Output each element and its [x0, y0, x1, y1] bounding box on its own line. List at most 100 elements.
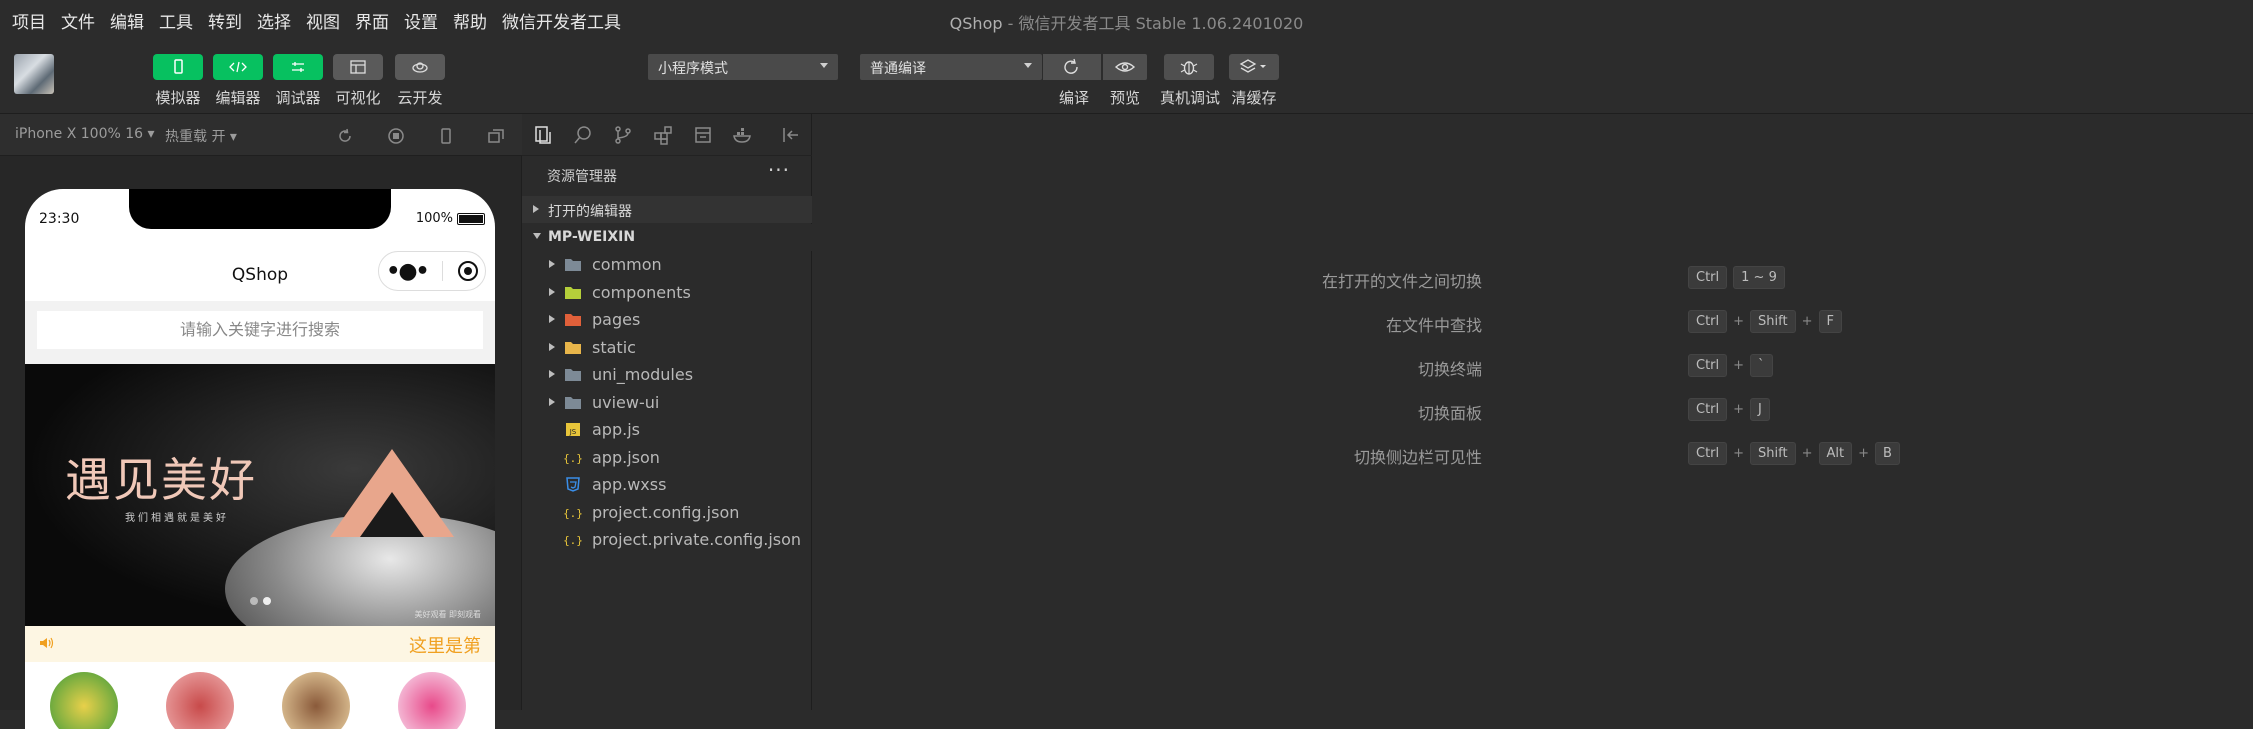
hot-reload-toggle[interactable]: 热重载 开 ▾ — [165, 126, 237, 146]
capsule-divider — [442, 261, 444, 281]
json-file-icon: {.} — [564, 534, 582, 547]
window-title: QShop - 微信开发者工具 Stable 1.06.2401020 — [0, 10, 2253, 34]
search-input[interactable]: 请输入关键字进行搜索 — [37, 311, 483, 349]
category-item[interactable] — [398, 672, 466, 729]
tree-item-name: project.config.json — [592, 502, 740, 522]
window-title-separator: - — [1007, 14, 1014, 33]
category-item[interactable] — [282, 672, 350, 729]
files-icon[interactable] — [532, 124, 554, 146]
remote-debug-button[interactable] — [1164, 54, 1214, 80]
tree-item-app-json[interactable]: {.} app.json — [522, 444, 812, 471]
tree-item-name: project.private.config.json — [592, 530, 802, 549]
phone-screen: 23:30 100% QShop •●• 请输入关键字进行搜索 遇见美好 我们相… — [25, 189, 495, 729]
clear-cache-label: 清缓存 — [1231, 89, 1277, 107]
compile-button[interactable] — [1043, 54, 1101, 80]
remote-debug-label: 真机调试 — [1160, 89, 1221, 107]
cloud-icon — [412, 62, 428, 73]
key-cap: Alt — [1818, 442, 1853, 465]
device-icon[interactable] — [436, 126, 456, 146]
components-folder-icon — [565, 286, 581, 299]
tree-item-components[interactable]: components — [522, 279, 812, 306]
detach-window-icon[interactable] — [486, 126, 506, 146]
collapse-panel-icon[interactable] — [780, 124, 802, 146]
key-cap: Ctrl — [1688, 442, 1728, 465]
open-editors-section[interactable]: 打开的编辑器 — [522, 196, 812, 223]
explorer-title: 资源管理器 — [547, 169, 617, 185]
tree-item-app-wxss[interactable]: app.wxss — [522, 471, 812, 498]
editor-button[interactable] — [213, 54, 263, 80]
tree-item-name: pages — [592, 310, 641, 329]
banner-subtitle: 我们相遇就是美好 — [125, 513, 229, 524]
banner-carousel[interactable]: 遇见美好 我们相遇就是美好 美好观看 即刻观看 — [25, 364, 495, 626]
tree-item-common[interactable]: common — [522, 251, 812, 278]
static-folder-icon — [565, 341, 581, 354]
compile-select[interactable]: 普通编译 — [860, 54, 1042, 80]
storage-icon[interactable] — [692, 124, 714, 146]
activity-bar — [522, 114, 812, 156]
project-label: MP-WEIXIN — [548, 229, 636, 245]
rotate-icon[interactable] — [335, 126, 355, 146]
tree-item-pages[interactable]: pages — [522, 306, 812, 333]
device-select[interactable]: iPhone X 100% 16 ▾ — [15, 126, 155, 142]
key-plus: + — [1858, 446, 1870, 461]
shortcut-row: 在文件中查找 Ctrl + Shift + F — [812, 308, 2253, 335]
capsule-menu[interactable]: •●• — [378, 251, 486, 291]
mode-select[interactable]: 小程序模式 — [648, 54, 838, 80]
shortcut-row: 切换终端 Ctrl + ` — [812, 352, 2253, 379]
banner-triangle-inner — [360, 492, 424, 537]
json-file-icon: {.} — [564, 507, 582, 520]
close-circle-icon[interactable] — [457, 261, 478, 281]
chevron-right-icon — [549, 370, 555, 378]
carousel-dot[interactable] — [250, 597, 258, 605]
status-battery: 100% — [416, 211, 485, 226]
chevron-down-icon — [820, 63, 828, 68]
notice-bar[interactable]: 这里是第 — [25, 626, 495, 662]
cloud-button[interactable] — [395, 54, 445, 80]
chevron-right-icon — [549, 342, 555, 351]
project-section[interactable]: MP-WEIXIN — [522, 224, 812, 251]
preview-button[interactable] — [1103, 54, 1147, 80]
explorer-panel: 资源管理器 ··· 打开的编辑器 MP-WEIXIN common compone… — [522, 114, 812, 710]
shortcut-description: 切换面板 — [1417, 404, 1482, 423]
tree-item-project-private-config-json[interactable]: {.} project.private.config.json — [522, 526, 812, 553]
clear-cache-button[interactable] — [1229, 54, 1279, 80]
more-actions-icon[interactable]: ··· — [768, 158, 790, 182]
notice-text: 这里是第 — [409, 636, 481, 657]
pages-folder-icon — [565, 314, 581, 326]
key-cap: Ctrl — [1688, 266, 1728, 289]
chevron-right-icon — [549, 260, 555, 268]
debugger-button[interactable] — [273, 54, 323, 80]
simulator-button[interactable] — [153, 54, 203, 80]
more-dots-icon[interactable]: •●• — [386, 259, 429, 284]
category-grid — [25, 662, 495, 729]
editor-area: 在打开的文件之间切换 Ctrl 1 ~ 9 在文件中查找 Ctrl + Shift + F 切换终… — [812, 114, 2253, 710]
extensions-icon[interactable] — [652, 124, 674, 146]
tree-item-uni-modules[interactable]: uni_modules — [522, 361, 812, 388]
tree-item-uview-ui[interactable]: uview-ui — [522, 389, 812, 416]
search-icon[interactable] — [572, 124, 594, 146]
layout-icon — [350, 60, 366, 74]
docker-icon[interactable] — [732, 124, 754, 146]
shortcut-keys: Ctrl 1 ~ 9 — [1688, 266, 1785, 289]
svg-text:{.}: {.} — [564, 507, 582, 520]
search-area: 请输入关键字进行搜索 — [25, 301, 495, 365]
toolbar: 模拟器 编辑器 调试器 可视化 云开发 小程序模式 普通编译 编译 预览 真机调… — [0, 40, 2253, 114]
visual-button[interactable] — [333, 54, 383, 80]
key-cap: B — [1875, 442, 1900, 465]
stop-icon[interactable] — [386, 126, 406, 146]
tree-item-app-js[interactable]: JS app.js — [522, 416, 812, 443]
category-item[interactable] — [166, 672, 234, 729]
avatar[interactable] — [14, 54, 54, 94]
source-control-icon[interactable] — [612, 124, 634, 146]
carousel-dot-active[interactable] — [263, 597, 271, 605]
key-plus: + — [1733, 358, 1745, 373]
debugger-label: 调试器 — [275, 89, 321, 107]
chevron-right-icon — [549, 287, 555, 296]
tree-item-static[interactable]: static — [522, 334, 812, 361]
key-cap: ` — [1750, 354, 1773, 377]
tree-item-project-config-json[interactable]: {.} project.config.json — [522, 499, 812, 526]
category-item[interactable] — [50, 672, 118, 729]
key-plus: + — [1801, 314, 1813, 329]
shortcut-row: 切换面板 Ctrl + J — [812, 396, 2253, 423]
shortcut-row: 在打开的文件之间切换 Ctrl 1 ~ 9 — [812, 264, 2253, 291]
